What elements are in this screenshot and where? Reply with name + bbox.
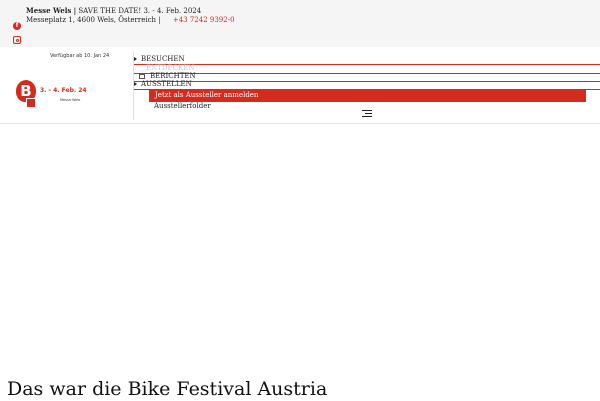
top-bar: Messe Wels | SAVE THE DATE! 3. - 4. Feb.… (0, 0, 600, 47)
page-headline: Das war die Bike Festival Austria (7, 378, 328, 400)
logo-date: 3. - 4. Feb. 24 (40, 87, 87, 94)
logo-area: Verfügbar ab 10. Jan 24 B 3. - 4. Feb. 2… (0, 47, 133, 124)
nav-item-label: BERICHTEN (150, 72, 196, 80)
submenu-item-register[interactable]: Jetzt als Aussteller anmelden (149, 89, 586, 102)
phone-link[interactable]: +43 7242 9392-0 (173, 16, 235, 24)
nav-item-label: ENTDECKEN (146, 64, 195, 72)
hamburger-icon[interactable] (362, 110, 372, 117)
availability-note: Verfügbar ab 10. Jan 24 (50, 53, 110, 59)
header-divider (0, 123, 600, 124)
address: Messeplatz 1, 4600 Wels, Österreich | (26, 16, 161, 24)
nav-item-label: AUSSTELLEN (141, 80, 192, 88)
nav-item-besuchen[interactable]: BESUCHEN (134, 55, 600, 64)
caret-right-icon (134, 56, 137, 61)
nav-item-ausstellen[interactable]: AUSSTELLEN (134, 80, 600, 89)
site-logo[interactable]: B 3. - 4. Feb. 24 Messe Wels (16, 80, 96, 110)
logo-subtitle: Messe Wels (60, 98, 81, 102)
instagram-link[interactable] (12, 35, 22, 45)
caret-right-icon (134, 81, 137, 86)
instagram-icon (13, 36, 21, 44)
calendar-icon (139, 73, 145, 79)
contact-info: Messe Wels | SAVE THE DATE! 3. - 4. Feb.… (26, 6, 235, 25)
logo-mark (26, 98, 36, 108)
facebook-icon: f (13, 22, 21, 30)
separator: | (73, 6, 77, 15)
nav-item-label: BESUCHEN (141, 55, 185, 63)
org-name: Messe Wels (26, 6, 72, 15)
facebook-link[interactable]: f (12, 21, 22, 31)
submenu-item-folder[interactable]: Ausstellerfolder (154, 102, 211, 111)
announcement: SAVE THE DATE! 3. - 4. Feb. 2024 (78, 7, 202, 15)
